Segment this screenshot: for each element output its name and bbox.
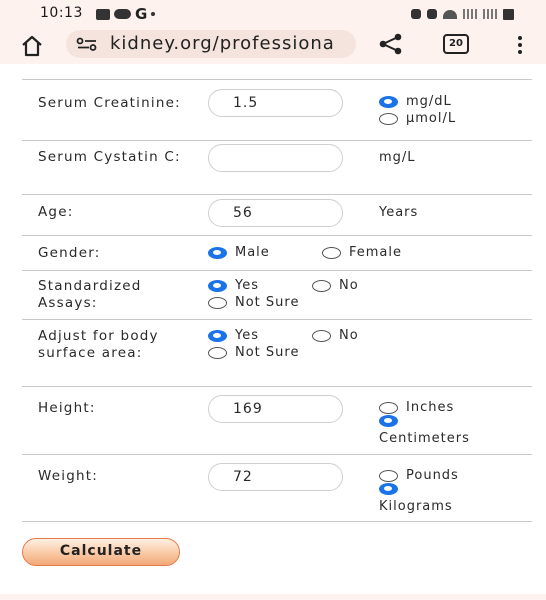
bsa-label: Adjust for body surface area: [38, 328, 159, 361]
bsa-yes-radio[interactable]: Yes [208, 328, 259, 343]
bsa-no-radio[interactable]: No [312, 328, 359, 343]
weight-unit-kg-label: Kilograms [379, 499, 453, 514]
divider [22, 194, 532, 195]
share-icon [379, 33, 402, 55]
gender-female-radio[interactable]: Female [322, 245, 402, 260]
cystatin-input[interactable] [208, 144, 343, 172]
divider [22, 140, 532, 141]
divider [22, 454, 532, 455]
divider [22, 319, 532, 320]
calculate-button[interactable]: Calculate [22, 538, 180, 566]
cystatin-unit: mg/L [379, 150, 416, 165]
wifi-icon [443, 9, 457, 19]
gender-male-radio[interactable]: Male [208, 245, 270, 260]
height-label: Height: [38, 400, 96, 416]
cystatin-label: Serum Cystatin C: [38, 149, 181, 165]
cloud-icon [114, 9, 131, 19]
age-input[interactable] [208, 199, 343, 227]
standardized-notsure-radio[interactable]: Not Sure [208, 295, 299, 310]
photo-icon [96, 8, 110, 20]
status-notification-icons: G [96, 5, 156, 23]
height-input[interactable] [208, 395, 343, 423]
share-button[interactable] [378, 33, 404, 55]
home-button[interactable] [20, 35, 44, 57]
standardized-yes-radio[interactable]: Yes [208, 278, 259, 293]
creatinine-unit-umol-radio[interactable]: µmol/L [379, 111, 456, 126]
browser-toolbar: kidney.org/professiona 20 [0, 28, 546, 64]
bsa-notsure-radio[interactable]: Not Sure [208, 345, 299, 360]
standardized-no-radio[interactable]: No [312, 278, 359, 293]
creatinine-label: Serum Creatinine: [38, 95, 181, 111]
status-system-icons [411, 7, 514, 21]
battery-icon [503, 8, 514, 20]
menu-button[interactable] [516, 36, 524, 54]
signal-icon [483, 9, 497, 19]
battery-saver-icon [411, 9, 421, 19]
gender-label: Gender: [38, 245, 101, 261]
height-unit-cm-radio[interactable] [379, 415, 406, 427]
site-settings-icon[interactable] [76, 37, 98, 51]
bottom-bar [0, 594, 546, 600]
height-unit-inches-radio[interactable]: Inches [379, 400, 454, 415]
weight-label: Weight: [38, 468, 98, 484]
creatinine-input[interactable] [208, 89, 343, 117]
divider [22, 270, 532, 271]
weight-input[interactable] [208, 463, 343, 491]
address-bar[interactable]: kidney.org/professiona [66, 30, 356, 58]
standardized-label: Standardized Assays: [38, 278, 142, 311]
age-label: Age: [38, 204, 74, 220]
divider [22, 386, 532, 387]
home-icon [22, 35, 42, 57]
tabs-button[interactable]: 20 [443, 34, 469, 54]
age-unit: Years [379, 205, 419, 220]
alarm-icon [427, 9, 437, 19]
creatinine-unit-mgdl-radio[interactable]: mg/dL [379, 94, 452, 109]
weight-unit-pounds-radio[interactable]: Pounds [379, 468, 459, 483]
url-text[interactable]: kidney.org/professiona [110, 33, 335, 54]
divider [22, 235, 532, 236]
height-unit-cm-label: Centimeters [379, 431, 470, 446]
divider [22, 79, 532, 80]
weight-unit-kg-radio[interactable] [379, 483, 406, 495]
status-time: 10:13 [40, 5, 83, 21]
divider [22, 521, 532, 522]
dot-icon [151, 12, 156, 16]
menu-icon [518, 36, 522, 40]
status-bar: 10:13 G [0, 0, 546, 28]
google-icon: G [135, 5, 148, 23]
signal-icon [463, 9, 477, 19]
